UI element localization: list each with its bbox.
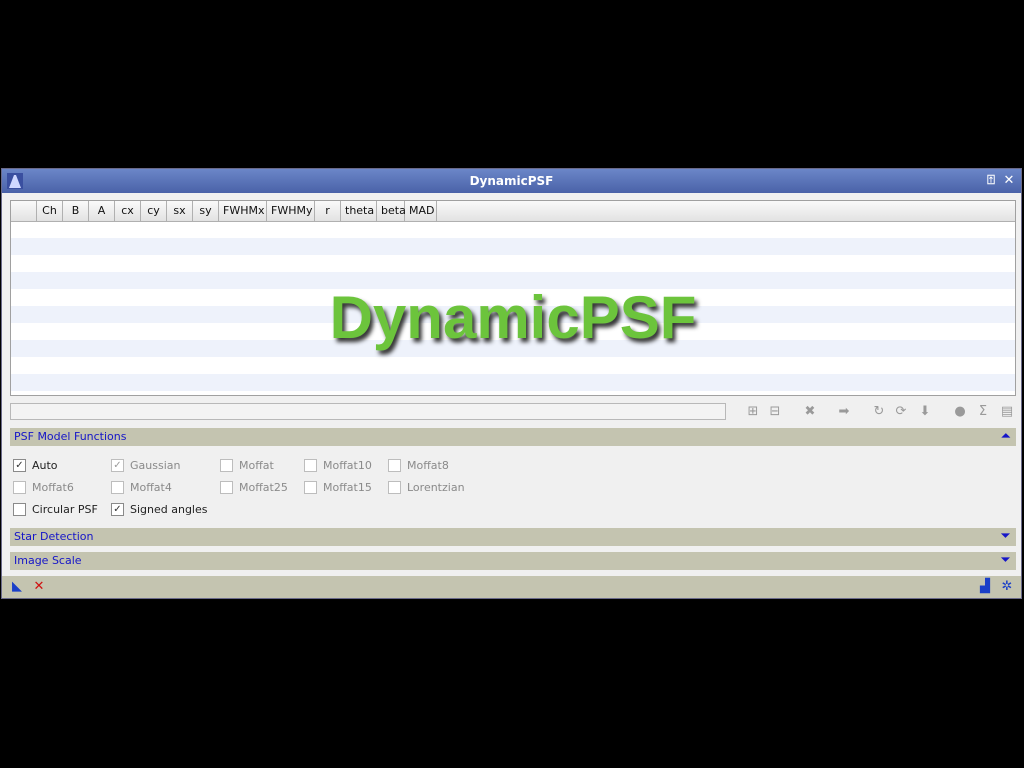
delete-icon[interactable]: ✖ bbox=[802, 404, 818, 420]
circle-icon[interactable]: ● bbox=[952, 404, 968, 420]
lorentzian-checkbox[interactable]: Lorentzian bbox=[388, 479, 465, 495]
expand-icon[interactable]: ⏷ bbox=[1001, 553, 1010, 567]
column-header[interactable]: Ch bbox=[37, 201, 63, 221]
section-title: PSF Model Functions bbox=[14, 430, 127, 443]
expand-all-icon[interactable]: ⊞ bbox=[745, 404, 761, 420]
gaussian-checkbox[interactable]: ✓ Gaussian bbox=[111, 457, 180, 473]
sum-icon[interactable]: Σ bbox=[975, 404, 991, 420]
watermark-logo: DynamicPSF bbox=[329, 284, 697, 351]
moffat6-checkbox[interactable]: Moffat6 bbox=[13, 479, 74, 495]
toolbar-row: ⊞ ⊟ ✖ ➡ ↻ ⟳ ⬇ ● Σ ▤ bbox=[10, 403, 1016, 421]
title-bar[interactable]: DynamicPSF ⍐ ✕ bbox=[2, 169, 1021, 193]
collapse-icon[interactable]: ⏶ bbox=[1001, 429, 1010, 443]
column-header[interactable]: FWHMx bbox=[219, 201, 267, 221]
auto-checkbox[interactable]: ✓ Auto bbox=[13, 457, 58, 473]
column-header[interactable]: sx bbox=[167, 201, 193, 221]
arrow-right-icon[interactable]: ➡ bbox=[836, 404, 852, 420]
preferences-icon[interactable]: ✲ bbox=[999, 579, 1015, 595]
column-header[interactable]: cy bbox=[141, 201, 167, 221]
psf-model-functions-section[interactable]: PSF Model Functions ⏶ bbox=[10, 428, 1016, 446]
column-header[interactable]: cx bbox=[115, 201, 141, 221]
arrow-down-icon[interactable]: ⬇ bbox=[917, 404, 933, 420]
close-icon[interactable]: ✕ bbox=[1001, 173, 1017, 189]
check-icon: ✓ bbox=[111, 458, 124, 472]
bottom-bar: ◣ ✕ ▟ ✲ bbox=[2, 576, 1021, 598]
column-header[interactable] bbox=[11, 201, 37, 221]
window-title: DynamicPSF bbox=[469, 174, 554, 188]
moffat15-checkbox[interactable]: Moffat15 bbox=[304, 479, 372, 495]
moffat4-checkbox[interactable]: Moffat4 bbox=[111, 479, 172, 495]
table-row[interactable] bbox=[11, 374, 1015, 391]
table-row[interactable] bbox=[11, 357, 1015, 374]
column-header[interactable]: r bbox=[315, 201, 341, 221]
reset-icon[interactable]: ✕ bbox=[31, 579, 47, 595]
check-icon: ✓ bbox=[111, 502, 124, 516]
table-row[interactable] bbox=[11, 255, 1015, 272]
moffat10-checkbox[interactable]: Moffat10 bbox=[304, 457, 372, 473]
info-field bbox=[10, 403, 726, 420]
image-scale-section[interactable]: Image Scale ⏷ bbox=[10, 552, 1016, 570]
moffat8-checkbox[interactable]: Moffat8 bbox=[388, 457, 449, 473]
column-header[interactable]: beta bbox=[377, 201, 406, 221]
dynamicpsf-window: DynamicPSF ⍐ ✕ Ch B A cx cy sx sy FWHMx … bbox=[1, 168, 1022, 599]
star-detection-section[interactable]: Star Detection ⏷ bbox=[10, 528, 1016, 546]
column-header[interactable]: FWHMy bbox=[267, 201, 315, 221]
expand-icon[interactable]: ⏷ bbox=[1001, 529, 1010, 543]
column-header[interactable]: sy bbox=[193, 201, 219, 221]
table-row[interactable] bbox=[11, 221, 1015, 238]
moffat25-checkbox[interactable]: Moffat25 bbox=[220, 479, 288, 495]
psf-table[interactable]: Ch B A cx cy sx sy FWHMx FWHMy r theta b… bbox=[10, 200, 1016, 396]
table-row[interactable] bbox=[11, 238, 1015, 255]
browse-docs-icon[interactable]: ▟ bbox=[977, 579, 993, 595]
column-header[interactable]: B bbox=[63, 201, 89, 221]
column-header[interactable]: theta bbox=[341, 201, 377, 221]
new-instance-icon[interactable]: ◣ bbox=[9, 579, 25, 595]
section-title: Image Scale bbox=[14, 554, 82, 567]
recompute-icon[interactable]: ↻ bbox=[871, 404, 887, 420]
section-title: Star Detection bbox=[14, 530, 94, 543]
check-icon: ✓ bbox=[13, 458, 26, 472]
moffat-checkbox[interactable]: Moffat bbox=[220, 457, 274, 473]
column-header[interactable]: MAD bbox=[405, 201, 437, 221]
column-header[interactable]: A bbox=[89, 201, 115, 221]
signed-angles-checkbox[interactable]: ✓ Signed angles bbox=[111, 501, 208, 517]
refresh-icon[interactable]: ⟳ bbox=[893, 404, 909, 420]
collapse-all-icon[interactable]: ⊟ bbox=[767, 404, 783, 420]
report-icon[interactable]: ▤ bbox=[999, 404, 1015, 420]
circular-psf-checkbox[interactable]: Circular PSF bbox=[13, 501, 98, 517]
shade-icon[interactable]: ⍐ bbox=[983, 173, 999, 189]
table-header: Ch B A cx cy sx sy FWHMx FWHMy r theta b… bbox=[11, 201, 1015, 222]
